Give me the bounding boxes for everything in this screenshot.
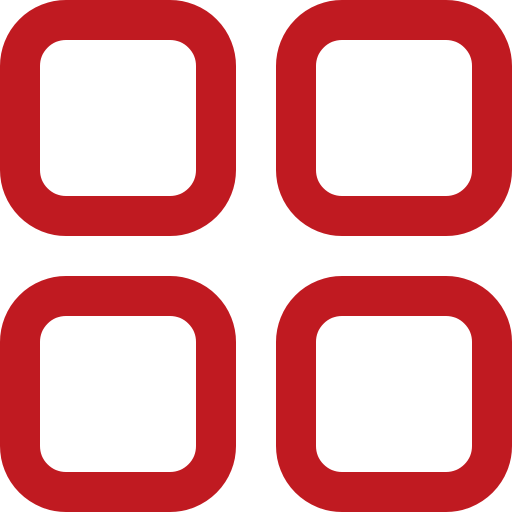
grid-tile-top-left (0, 0, 236, 236)
grid-view-icon (0, 0, 512, 512)
grid-tile-bottom-left (0, 276, 236, 512)
icon-canvas (0, 0, 512, 512)
grid-tile-bottom-right (276, 276, 512, 512)
grid-tile-top-right (276, 0, 512, 236)
